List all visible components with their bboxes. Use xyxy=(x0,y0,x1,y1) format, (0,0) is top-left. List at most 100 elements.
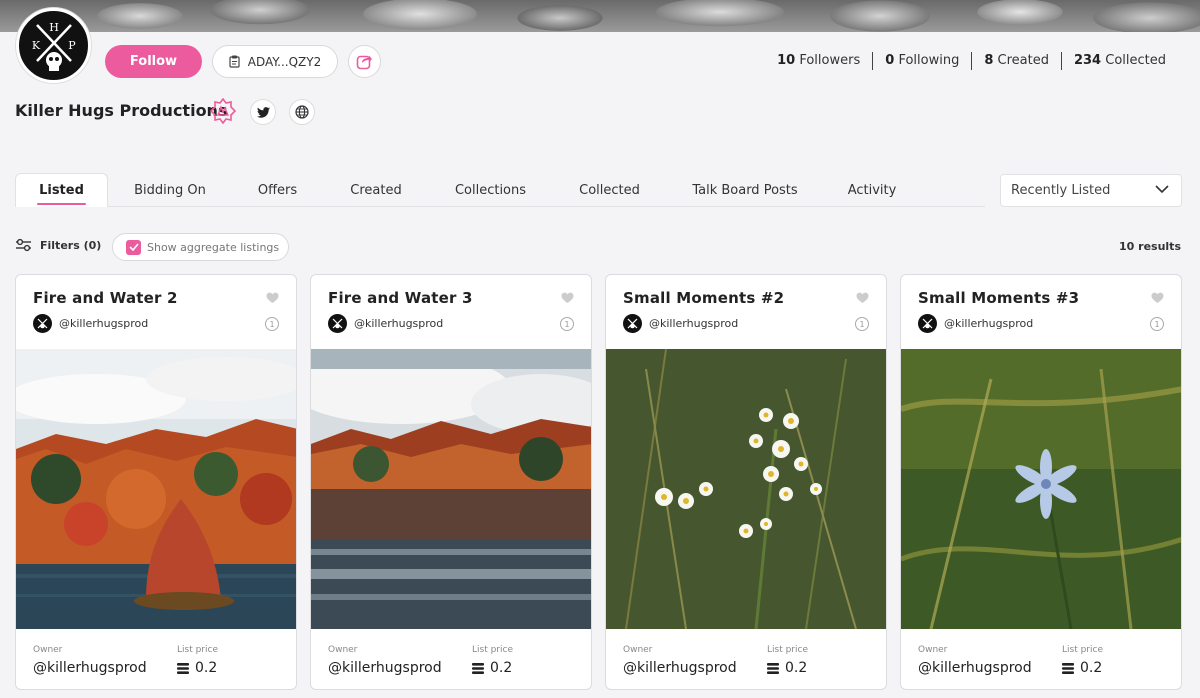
aggregate-checkbox[interactable] xyxy=(126,239,141,255)
artwork-image[interactable] xyxy=(901,349,1181,629)
owner-handle[interactable]: @killerhugsprod xyxy=(328,660,442,676)
card-title[interactable]: Fire and Water 2 xyxy=(33,289,178,307)
tab-listed[interactable]: Listed xyxy=(15,173,108,207)
logo-letter-h: H xyxy=(49,21,59,34)
aggregate-label: Show aggregate listings xyxy=(147,240,280,254)
heart-icon[interactable] xyxy=(561,292,574,304)
card-footer: Owner List price @killerhugsprod 0.2 xyxy=(606,629,886,689)
card-creator[interactable]: @killerhugsprod xyxy=(33,314,148,333)
chevron-down-icon xyxy=(1155,185,1169,194)
edition-1-icon: 1 xyxy=(560,317,574,331)
list-price: 0.2 xyxy=(472,660,512,676)
list-price: 0.2 xyxy=(177,660,217,676)
heart-icon[interactable] xyxy=(856,292,869,304)
algorand-icon xyxy=(472,662,484,674)
autumn-lake-island-image xyxy=(16,349,296,629)
tab-activity[interactable]: Activity xyxy=(841,173,903,207)
profile-name: Killer Hugs Productions xyxy=(15,101,228,120)
owner-label: Owner xyxy=(328,645,358,655)
website-link[interactable] xyxy=(289,99,315,125)
card-title[interactable]: Small Moments #2 xyxy=(623,289,784,307)
creator-avatar xyxy=(328,314,347,333)
algorand-icon xyxy=(767,662,779,674)
profile-tabs: Listed Bidding On Offers Created Collect… xyxy=(15,173,985,207)
logo-letter-k: K xyxy=(31,39,40,52)
card-footer: Owner List price @killerhugsprod 0.2 xyxy=(901,629,1181,689)
algorand-icon xyxy=(177,662,189,674)
creator-handle: @killerhugsprod xyxy=(59,317,149,330)
nft-card[interactable]: Small Moments #3 @killerhugsprod 1 Owner… xyxy=(900,274,1182,690)
card-title[interactable]: Fire and Water 3 xyxy=(328,289,473,307)
tab-talk-board-posts[interactable]: Talk Board Posts xyxy=(689,173,801,207)
share-button[interactable] xyxy=(348,45,381,78)
tab-collections[interactable]: Collections xyxy=(447,173,534,207)
filters-label: Filters (0) xyxy=(40,238,102,252)
white-daisies-image xyxy=(606,349,886,629)
nft-card[interactable]: Fire and Water 3 @killerhugsprod 1 Owner… xyxy=(310,274,592,690)
algorand-icon xyxy=(1062,662,1074,674)
skull-logo-icon xyxy=(37,318,48,329)
card-footer: Owner List price @killerhugsprod 0.2 xyxy=(16,629,296,689)
tab-collected[interactable]: Collected xyxy=(570,173,649,207)
owner-handle[interactable]: @killerhugsprod xyxy=(623,660,737,676)
follow-button[interactable]: Follow xyxy=(105,45,202,78)
heart-icon[interactable] xyxy=(266,292,279,304)
wallet-address: ADAY...QZY2 xyxy=(247,54,322,69)
creator-handle: @killerhugsprod xyxy=(944,317,1034,330)
profile-banner xyxy=(0,0,1200,32)
card-creator[interactable]: @killerhugsprod xyxy=(623,314,738,333)
stat-created[interactable]: 8 Created xyxy=(971,52,1061,70)
card-footer: Owner List price @killerhugsprod 0.2 xyxy=(311,629,591,689)
creator-handle: @killerhugsprod xyxy=(354,317,444,330)
artwork-image[interactable] xyxy=(606,349,886,629)
skull-logo-icon xyxy=(332,318,343,329)
share-icon xyxy=(356,55,372,70)
heart-icon[interactable] xyxy=(1151,292,1164,304)
globe-icon xyxy=(295,105,309,119)
wallet-address-button[interactable]: ADAY...QZY2 xyxy=(212,45,338,78)
artwork-image[interactable] xyxy=(311,349,591,629)
tab-bidding-on[interactable]: Bidding On xyxy=(122,173,218,207)
creator-avatar xyxy=(33,314,52,333)
list-price: 0.2 xyxy=(1062,660,1102,676)
price-label: List price xyxy=(767,645,808,655)
owner-label: Owner xyxy=(918,645,948,655)
logo-letter-p: P xyxy=(68,39,76,52)
owner-label: Owner xyxy=(33,645,63,655)
twitter-icon xyxy=(256,106,270,118)
owner-handle[interactable]: @killerhugsprod xyxy=(33,660,147,676)
nft-card[interactable]: Fire and Water 2 @killerhugsprod 1 Owner… xyxy=(15,274,297,690)
price-label: List price xyxy=(177,645,218,655)
aggregate-listings-toggle[interactable]: Show aggregate listings xyxy=(112,233,289,261)
owner-label: Owner xyxy=(623,645,653,655)
verified-creator-badge-icon xyxy=(210,98,236,124)
edition-1-icon: 1 xyxy=(1150,317,1164,331)
stat-following[interactable]: 0 Following xyxy=(872,52,971,70)
profile-stats: 10 Followers 0 Following 8 Created 234 C… xyxy=(765,51,1178,71)
filters-button[interactable]: Filters (0) xyxy=(15,238,101,252)
creator-avatar xyxy=(918,314,937,333)
stat-followers[interactable]: 10 Followers xyxy=(765,52,872,70)
tab-offers[interactable]: Offers xyxy=(245,173,310,207)
skull-logo-icon xyxy=(627,318,638,329)
skull-logo-icon: H K P xyxy=(31,21,76,71)
nft-card[interactable]: Small Moments #2 @killerhugsprod 1 Owner… xyxy=(605,274,887,690)
creator-avatar xyxy=(623,314,642,333)
sort-selected-value: Recently Listed xyxy=(1011,183,1111,198)
tab-created[interactable]: Created xyxy=(340,173,412,207)
sort-select[interactable]: Recently Listed xyxy=(1000,174,1182,207)
owner-handle[interactable]: @killerhugsprod xyxy=(918,660,1032,676)
card-title[interactable]: Small Moments #3 xyxy=(918,289,1079,307)
card-creator[interactable]: @killerhugsprod xyxy=(328,314,443,333)
twitter-link[interactable] xyxy=(250,99,276,125)
clipboard-icon xyxy=(229,55,240,68)
artwork-image[interactable] xyxy=(16,349,296,629)
card-creator[interactable]: @killerhugsprod xyxy=(918,314,1033,333)
stat-collected[interactable]: 234 Collected xyxy=(1060,52,1178,70)
edition-1-icon: 1 xyxy=(855,317,869,331)
results-count: 10 results xyxy=(1119,240,1181,253)
autumn-lake-reflection-image xyxy=(311,349,591,629)
skull-logo-icon xyxy=(922,318,933,329)
creator-handle: @killerhugsprod xyxy=(649,317,739,330)
price-label: List price xyxy=(472,645,513,655)
